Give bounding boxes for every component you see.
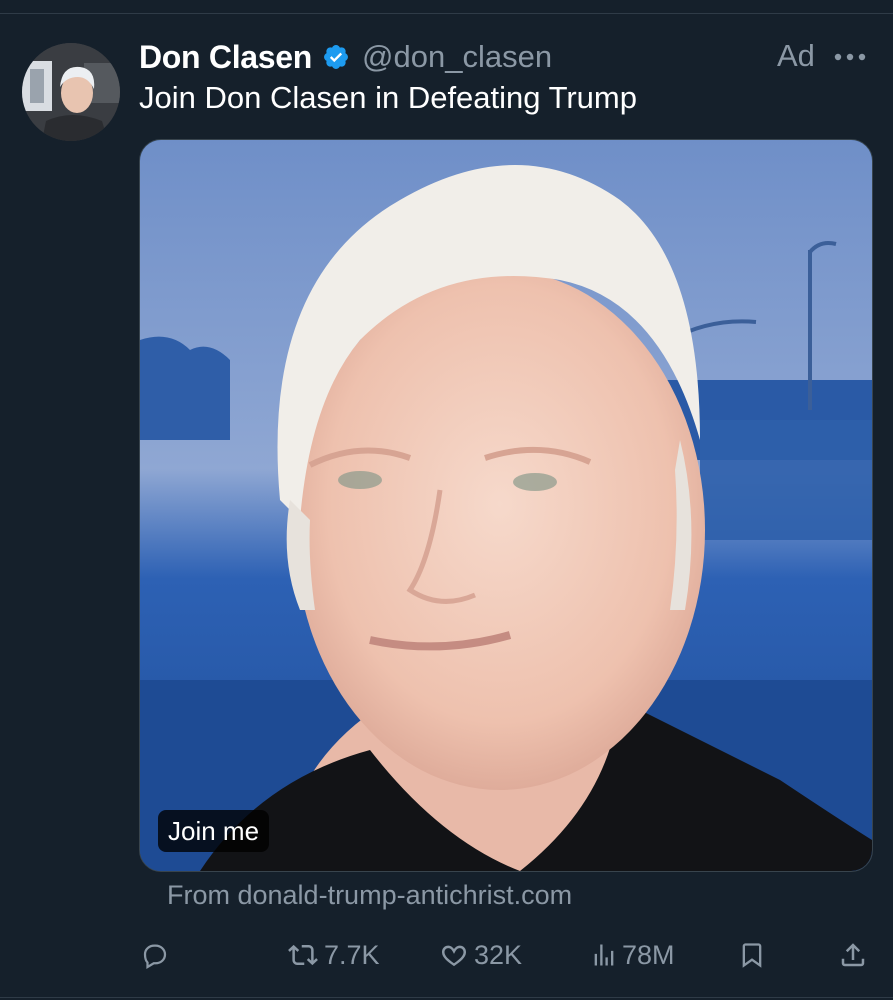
retweet-button[interactable]: 7.7K	[286, 930, 380, 980]
author-handle[interactable]: @don_clasen	[362, 39, 552, 75]
ad-label: Ad	[777, 38, 815, 73]
heart-icon	[441, 945, 467, 967]
views-count: 78M	[622, 939, 675, 970]
source-link[interactable]: From donald-trump-antichrist.com	[167, 880, 572, 911]
top-divider	[0, 13, 893, 14]
join-me-label[interactable]: Join me	[158, 810, 270, 852]
more-dots-icon[interactable]	[832, 45, 868, 69]
bookmark-icon	[742, 943, 762, 968]
like-button[interactable]: 32K	[438, 930, 522, 980]
views-button[interactable]: 78M	[590, 930, 675, 980]
retweet-count: 7.7K	[324, 939, 380, 970]
views-icon	[594, 944, 614, 966]
bookmark-button[interactable]	[738, 930, 770, 980]
avatar[interactable]	[22, 43, 120, 141]
portrait-image	[140, 140, 872, 871]
verified-badge-icon	[324, 45, 349, 69]
post-header: Don Clasen @don_clasen	[139, 36, 552, 78]
share-button[interactable]	[838, 930, 872, 980]
reply-icon	[143, 944, 167, 969]
action-bar: 7.7K 32K 78M	[0, 930, 893, 980]
author-name[interactable]: Don Clasen	[139, 39, 312, 76]
post-text: Join Don Clasen in Defeating Trump	[139, 80, 637, 115]
bottom-divider	[0, 997, 893, 998]
share-icon	[841, 943, 865, 967]
retweet-icon	[288, 944, 318, 966]
reply-button[interactable]	[140, 930, 174, 980]
media-card[interactable]: Join me	[139, 139, 873, 872]
like-count: 32K	[474, 939, 523, 970]
